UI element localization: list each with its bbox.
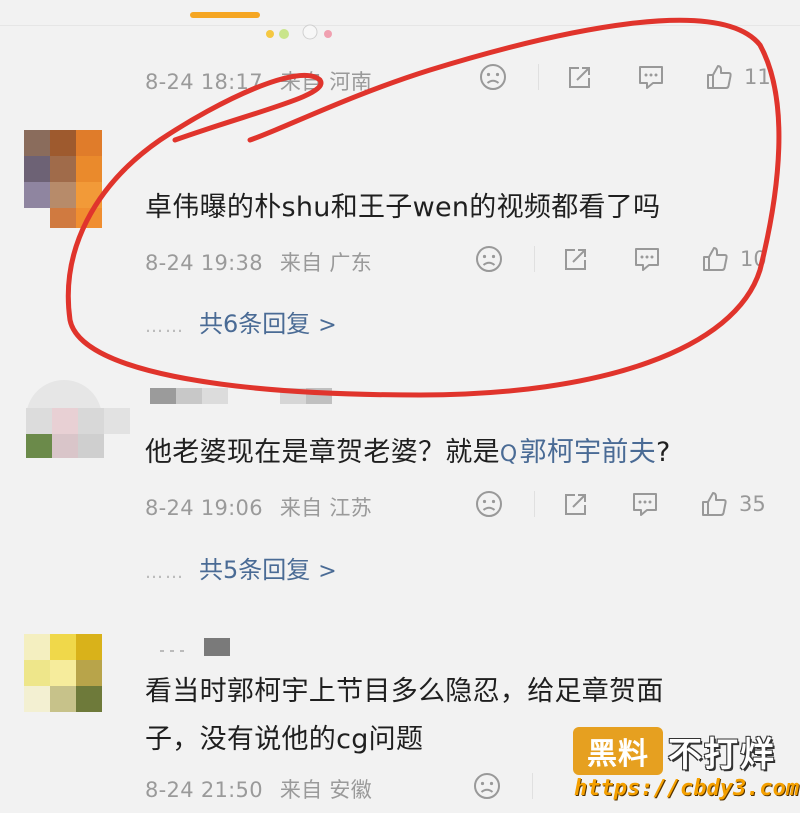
topic-link-label: 郭柯宇前夫 <box>519 437 657 468</box>
comment-text: 他老婆现在是章贺老婆？就是Q郭柯宇前夫? <box>145 430 671 469</box>
reply-count: 共6条回复 <box>199 310 311 338</box>
like-count: 11 <box>744 65 771 89</box>
action-separator <box>534 246 535 272</box>
dislike-button[interactable] <box>474 244 504 274</box>
avatar[interactable] <box>24 130 104 230</box>
comment-button[interactable] <box>632 244 662 274</box>
action-separator <box>538 64 539 90</box>
top-divider <box>0 25 800 26</box>
avatar[interactable] <box>24 634 104 714</box>
action-separator <box>532 773 533 799</box>
comment-date: 8-24 21:50 <box>145 778 263 802</box>
share-button[interactable] <box>561 489 591 519</box>
comment-icon <box>633 493 657 516</box>
dislike-face-icon <box>474 773 500 799</box>
comment-button[interactable] <box>636 62 666 92</box>
comment-meta: 8-24 19:06 来自 江苏 <box>145 492 382 522</box>
reply-dots: …… <box>145 316 185 337</box>
comment-location: 来自 广东 <box>279 251 373 275</box>
comment-date: 8-24 19:06 <box>145 496 263 520</box>
comment-icon <box>639 66 663 89</box>
share-icon <box>565 494 586 515</box>
dislike-button[interactable] <box>474 489 504 519</box>
reply-count: 共5条回复 <box>199 556 311 584</box>
sticker-icon <box>266 24 332 40</box>
like-count: 35 <box>739 492 766 516</box>
chevron-right-icon: > <box>318 559 337 584</box>
watermark-badge: 黑料 <box>573 727 663 775</box>
dislike-face-icon <box>476 246 502 272</box>
like-button[interactable]: 10 <box>700 244 767 274</box>
comment-location: 来自 河南 <box>279 70 373 94</box>
action-separator <box>534 491 535 517</box>
search-icon: Q <box>499 442 518 467</box>
comment-location: 来自 安徽 <box>279 778 373 802</box>
comment-text-part: ? <box>656 437 671 468</box>
watermark-url: https://cbdy3.com <box>574 776 800 801</box>
comment-date: 8-24 19:38 <box>145 251 263 275</box>
view-replies-link[interactable]: …… 共5条回复 > <box>145 550 337 585</box>
comment-text: 卓伟曝的朴shu和王子wen的视频都看了吗 <box>145 192 661 223</box>
username-blurred <box>150 388 332 404</box>
dislike-button[interactable] <box>478 62 508 92</box>
share-icon <box>569 67 590 88</box>
share-button[interactable] <box>565 62 595 92</box>
thumbs-up-icon <box>702 492 727 516</box>
dislike-face-icon <box>476 491 502 517</box>
tab-indicator <box>190 12 260 18</box>
like-button[interactable]: 11 <box>704 62 771 92</box>
share-button[interactable] <box>561 244 591 274</box>
like-count: 10 <box>740 247 767 271</box>
username-blurred <box>160 638 230 656</box>
dislike-face-icon <box>480 64 506 90</box>
share-icon <box>565 249 586 270</box>
comment-text-part: 他老婆现在是章贺老婆？就是 <box>145 437 500 468</box>
comment-location: 来自 江苏 <box>279 496 373 520</box>
comment-meta: 8-24 21:50 来自 安徽 <box>145 774 382 804</box>
view-replies-link[interactable]: …… 共6条回复 > <box>145 304 337 339</box>
like-button[interactable]: 35 <box>699 489 766 519</box>
chevron-right-icon: > <box>318 313 337 338</box>
thumbs-up-icon <box>703 247 728 271</box>
comment-text-line: 看当时郭柯宇上节目多么隐忍，给足章贺面 <box>145 676 664 707</box>
reply-dots: …… <box>145 562 185 583</box>
comment-meta: 8-24 18:17 来自 河南 <box>145 66 382 96</box>
topic-link[interactable]: Q郭柯宇前夫 <box>500 437 656 468</box>
comment-icon <box>635 248 659 271</box>
comment-date: 8-24 18:17 <box>145 70 263 94</box>
watermark-text: 不打烊 <box>668 735 776 775</box>
avatar[interactable] <box>24 378 134 460</box>
comment-meta: 8-24 19:38 来自 广东 <box>145 247 382 277</box>
dislike-button[interactable] <box>472 771 502 801</box>
comment-button[interactable] <box>630 489 660 519</box>
thumbs-up-icon <box>707 65 732 89</box>
